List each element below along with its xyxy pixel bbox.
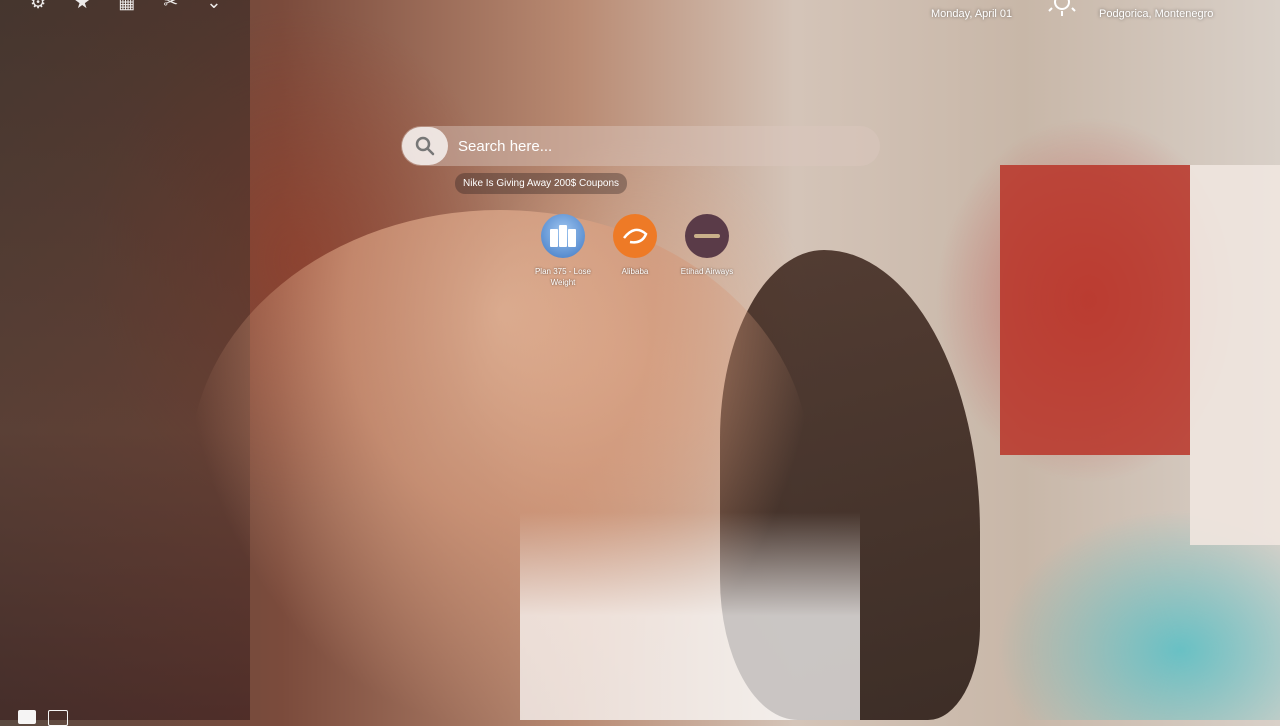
shortcut-row: Plan 375 - Lose Weight Alibaba Etihad Ai… bbox=[535, 214, 733, 288]
shortcut-etihad[interactable]: Etihad Airways bbox=[681, 214, 733, 288]
grid-icon[interactable]: ▦ bbox=[118, 0, 135, 13]
location-label: Podgorica, Montenegro bbox=[1099, 8, 1214, 20]
date-label: Monday, April 01 bbox=[931, 8, 1013, 20]
search-input[interactable] bbox=[448, 126, 880, 166]
tools-icon[interactable]: ✂ bbox=[163, 0, 178, 13]
search-button[interactable] bbox=[402, 127, 448, 165]
diet-plan-icon bbox=[541, 214, 585, 258]
window-icon[interactable] bbox=[18, 710, 36, 724]
shortcut-label: Etihad Airways bbox=[680, 267, 734, 276]
search-icon bbox=[415, 136, 435, 156]
settings-icon[interactable]: ⚙ bbox=[30, 0, 46, 13]
top-toolbar: ⚙ ★ ▦ ✂ ⌄ bbox=[30, 0, 221, 13]
background-poster-life bbox=[1190, 165, 1280, 545]
promo-link[interactable]: Nike Is Giving Away 200$ Coupons bbox=[455, 173, 628, 194]
etihad-logo-icon bbox=[685, 214, 729, 258]
shortcut-alibaba[interactable]: Alibaba bbox=[612, 214, 658, 288]
background-poster bbox=[1000, 165, 1190, 455]
alibaba-logo-icon bbox=[613, 214, 657, 258]
shortcut-label: Alibaba bbox=[621, 267, 649, 276]
chevron-icon[interactable]: ⌄ bbox=[206, 0, 221, 13]
shortcut-plan375[interactable]: Plan 375 - Lose Weight bbox=[535, 214, 591, 288]
list-icon[interactable] bbox=[48, 710, 68, 726]
bottom-toolbar bbox=[18, 710, 68, 726]
star-icon[interactable]: ★ bbox=[74, 0, 90, 13]
shortcut-label: Plan 375 - Lose Weight bbox=[534, 267, 592, 287]
search-bar bbox=[401, 126, 880, 166]
sun-icon bbox=[1048, 0, 1076, 16]
